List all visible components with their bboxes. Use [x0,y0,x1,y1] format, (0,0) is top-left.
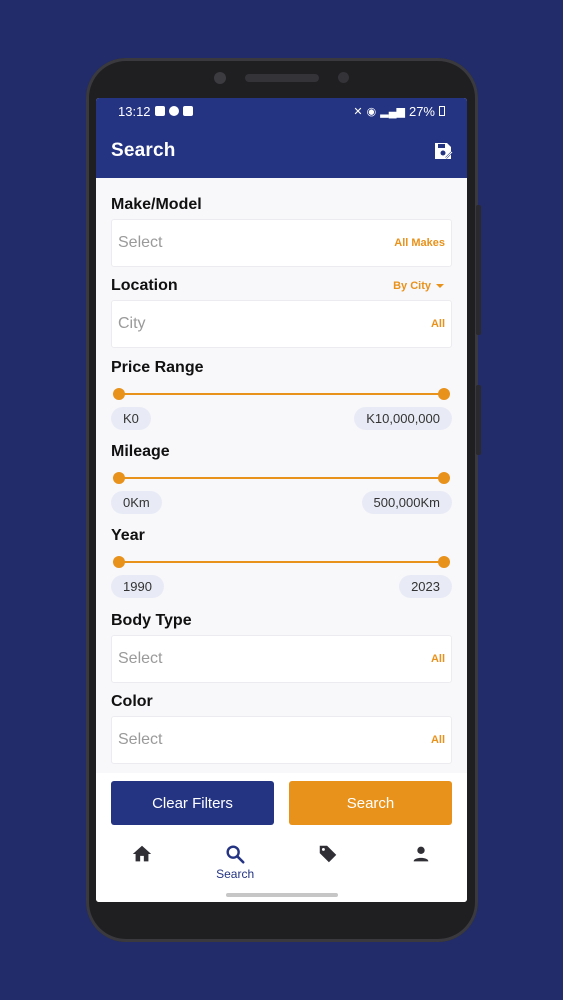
signal-icon: ▂▄▆ [380,105,405,118]
slider-min-handle[interactable] [113,556,125,568]
year-min-chip: 1990 [111,575,164,598]
side-button [476,205,481,335]
status-time: 13:12 [118,103,151,119]
nav-search[interactable]: Search [195,843,275,881]
sensor [338,72,349,83]
clear-filters-button[interactable]: Clear Filters [111,781,274,825]
slider-track [119,561,444,563]
notification-icon [154,106,165,116]
slider-min-handle[interactable] [113,388,125,400]
front-camera [214,72,226,84]
make-model-label-text: Make/Model [111,196,202,213]
color-label: Color [111,693,452,711]
app-screen: 13:12 ✕ ◉ ▂▄▆ 27% Search Make/Model Sele… [96,98,467,902]
all-colors-link[interactable]: All [431,734,445,746]
nav-offers[interactable] [288,843,368,865]
by-city-dropdown[interactable]: By City [393,280,452,292]
side-button [476,385,481,455]
speaker-grille [245,74,319,82]
body-type-label-text: Body Type [111,612,192,629]
body-type-label: Body Type [111,612,452,630]
price-min-chip: K0 [111,407,151,430]
notification-icon [168,106,179,116]
city-placeholder: City [118,315,146,332]
save-search-icon[interactable] [432,140,454,162]
year-max-chip: 2023 [399,575,452,598]
battery-icon [439,106,445,116]
color-field[interactable]: Select All [111,716,452,764]
nav-search-label: Search [216,867,255,881]
slider-track [119,393,444,395]
price-range-label: Price Range [111,359,452,377]
page-title: Search [111,140,176,161]
price-range-slider[interactable] [111,383,452,405]
body-type-placeholder: Select [118,650,163,667]
mileage-values: 0Km 500,000Km [111,491,452,514]
mileage-label: Mileage [111,443,452,461]
all-body-types-link[interactable]: All [431,653,445,665]
nav-home[interactable] [102,843,182,865]
by-city-label: By City [393,280,431,292]
all-cities-link[interactable]: All [431,318,445,330]
body-type-field[interactable]: Select All [111,635,452,683]
year-values: 1990 2023 [111,575,452,598]
slider-track [119,477,444,479]
color-placeholder: Select [118,731,163,748]
location-label: Location By City [111,277,452,295]
home-indicator [226,893,338,897]
slider-max-handle[interactable] [438,388,450,400]
status-bar: 13:12 ✕ ◉ ▂▄▆ 27% [96,98,467,124]
wifi-icon: ◉ [366,105,377,118]
price-max-chip: K10,000,000 [354,407,452,430]
year-label: Year [111,527,452,545]
tag-icon [319,845,337,863]
search-button[interactable]: Search [289,781,452,825]
mileage-min-chip: 0Km [111,491,162,514]
price-range-label-text: Price Range [111,359,204,376]
make-model-placeholder: Select [118,234,163,251]
battery-level: 27% [408,103,435,119]
slider-min-handle[interactable] [113,472,125,484]
year-label-text: Year [111,527,145,544]
filter-actions: Clear Filters Search [96,773,467,833]
image-icon [182,106,193,116]
city-field[interactable]: City All [111,300,452,348]
app-bar: Search [96,124,467,178]
color-label-text: Color [111,693,153,710]
all-makes-link[interactable]: All Makes [394,237,445,249]
price-range-values: K0 K10,000,000 [111,407,452,430]
bottom-nav: Search [96,833,467,902]
mute-icon: ✕ [353,105,363,118]
make-model-field[interactable]: Select All Makes [111,219,452,267]
location-label-text: Location [111,277,178,294]
mileage-max-chip: 500,000Km [361,491,452,514]
home-icon [133,845,152,862]
make-model-label: Make/Model [111,196,452,214]
person-icon [413,846,428,862]
mileage-slider[interactable] [111,467,452,489]
year-slider[interactable] [111,551,452,573]
nav-account[interactable] [381,843,461,865]
slider-max-handle[interactable] [438,472,450,484]
caret-down-icon [436,284,444,288]
slider-max-handle[interactable] [438,556,450,568]
mileage-label-text: Mileage [111,443,170,460]
filters-form: Make/Model Select All Makes Location By … [96,196,467,764]
search-icon [226,845,245,864]
